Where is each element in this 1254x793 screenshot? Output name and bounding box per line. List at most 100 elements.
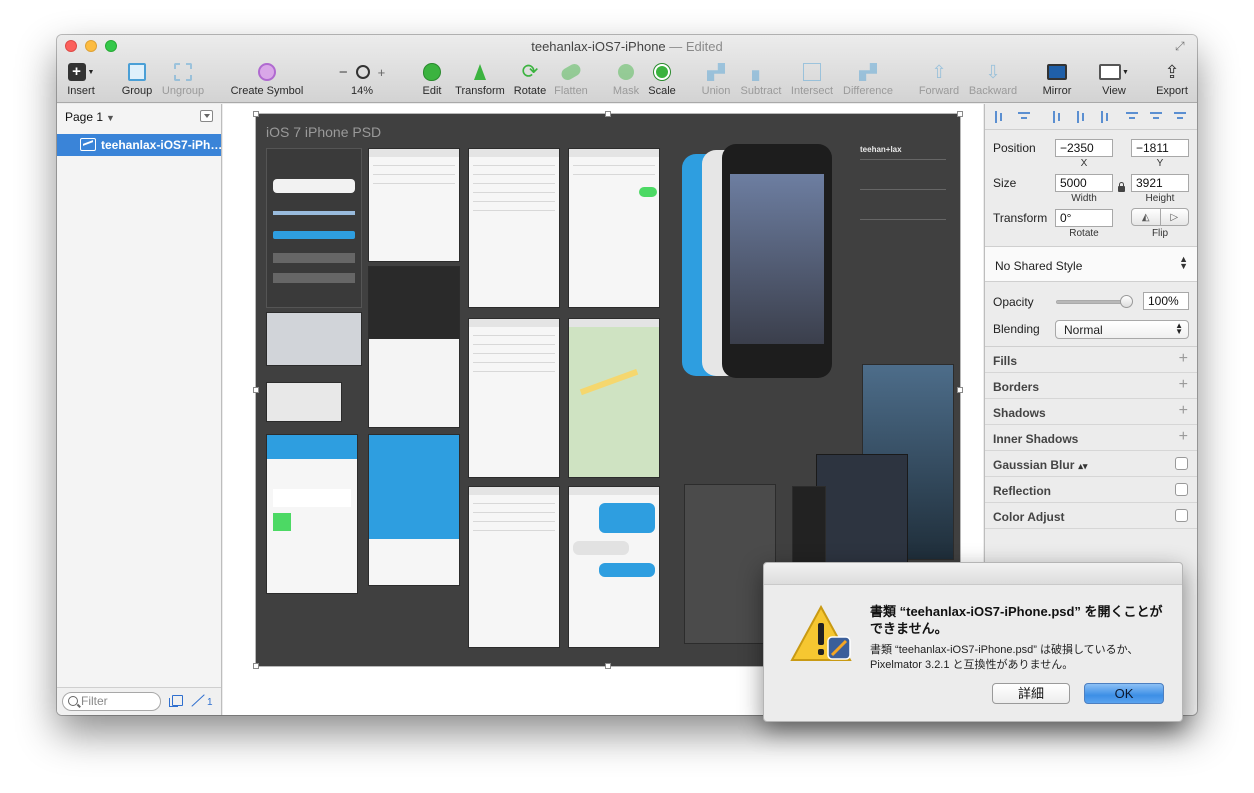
zoom-control[interactable]: − + 14% <box>331 61 393 101</box>
pages-toggle-icon[interactable] <box>200 110 213 122</box>
backward-button[interactable]: ⇩ Backward <box>967 61 1019 101</box>
opacity-slider[interactable] <box>1056 295 1133 308</box>
intersect-button[interactable]: Intersect <box>789 61 835 101</box>
align-bottom-icon[interactable] <box>1173 110 1187 124</box>
borders-section[interactable]: Borders + <box>985 373 1197 399</box>
position-y-field[interactable]: −1811 <box>1131 139 1189 157</box>
screen-messages <box>568 486 660 648</box>
plus-box-icon: + <box>67 63 86 81</box>
create-symbol-button[interactable]: Create Symbol <box>229 61 305 101</box>
fills-label: Fills <box>993 354 1018 368</box>
rotate-button[interactable]: ⟳ Rotate <box>513 61 547 101</box>
reflection-section[interactable]: Reflection <box>985 477 1197 503</box>
align-center-icon[interactable] <box>1075 110 1089 124</box>
window-title: teehanlax-iOS7-iPhone — Edited <box>57 39 1197 54</box>
resize-handle[interactable] <box>957 387 963 393</box>
scale-button[interactable]: Scale <box>645 61 679 101</box>
edited-status: Edited <box>685 39 723 54</box>
zoom-in-button[interactable]: + <box>378 65 386 80</box>
rotate-field[interactable]: 0° <box>1055 209 1113 227</box>
view-button[interactable]: ▼ View <box>1097 61 1131 101</box>
add-inner-shadow-icon[interactable]: + <box>1179 428 1188 446</box>
position-x-field[interactable]: −2350 <box>1055 139 1113 157</box>
group-button[interactable]: Group <box>119 61 155 101</box>
align-middle-icon[interactable] <box>1149 110 1163 124</box>
title-separator: — <box>665 39 686 54</box>
image-layer-icon <box>80 138 96 151</box>
filter-input[interactable]: Filter <box>62 692 161 711</box>
details-button[interactable]: 詳細 <box>992 683 1070 704</box>
screen-wifi <box>568 148 660 308</box>
zoom-out-button[interactable]: − <box>339 64 348 81</box>
distribute-horizontal-icon[interactable] <box>993 110 1007 124</box>
resize-handle[interactable] <box>253 111 259 117</box>
subtract-button[interactable]: Subtract <box>739 61 783 101</box>
ok-button[interactable]: OK <box>1084 683 1164 704</box>
resize-handle[interactable] <box>605 111 611 117</box>
opacity-slider-knob[interactable] <box>1120 295 1133 308</box>
opacity-field[interactable]: 100% <box>1143 292 1189 310</box>
transform-button[interactable]: Transform <box>451 61 509 101</box>
gaussian-blur-checkbox[interactable] <box>1175 457 1188 470</box>
align-left-icon[interactable] <box>1051 110 1065 124</box>
distribute-vertical-icon[interactable] <box>1017 110 1031 124</box>
backward-icon: ⇩ <box>985 61 1001 82</box>
shadows-section[interactable]: Shadows + <box>985 399 1197 425</box>
align-right-icon[interactable] <box>1099 110 1113 124</box>
intersect-label: Intersect <box>790 85 834 97</box>
ungroup-button[interactable]: Ungroup <box>159 61 207 101</box>
gaussian-blur-section[interactable]: Gaussian Blur ▴▾ <box>985 451 1197 477</box>
filter-placeholder: Filter <box>81 694 108 708</box>
screen-website <box>368 434 460 586</box>
resize-handle[interactable] <box>957 111 963 117</box>
group-label: Group <box>121 85 153 97</box>
insert-button[interactable]: + ▼ Insert <box>63 61 99 101</box>
updown-arrows-icon[interactable]: ▴▾ <box>1078 461 1087 471</box>
duplicate-icon[interactable] <box>169 695 183 707</box>
position-label: Position <box>993 141 1036 155</box>
difference-button[interactable]: Difference <box>841 61 895 101</box>
width-field[interactable]: 5000 <box>1055 174 1113 192</box>
intersect-icon <box>803 63 821 81</box>
add-shadow-icon[interactable]: + <box>1179 402 1188 420</box>
reflection-checkbox[interactable] <box>1175 483 1188 496</box>
shadows-label: Shadows <box>993 406 1046 420</box>
lock-icon[interactable] <box>1118 182 1125 192</box>
flatten-button[interactable]: Flatten <box>551 61 591 101</box>
export-button[interactable]: ⇪ Export <box>1153 61 1191 101</box>
fullscreen-icon[interactable]: ⤢ <box>1175 39 1189 53</box>
flip-vertical-icon[interactable]: ▷ <box>1161 209 1189 225</box>
resize-handle[interactable] <box>253 387 259 393</box>
create-symbol-label: Create Symbol <box>230 85 304 97</box>
subtract-label: Subtract <box>740 85 782 97</box>
union-button[interactable]: Union <box>699 61 733 101</box>
color-adjust-section[interactable]: Color Adjust <box>985 503 1197 529</box>
page-selector[interactable]: Page 1 ▼ <box>65 110 115 124</box>
fills-section[interactable]: Fills + <box>985 347 1197 373</box>
zoom-value: 14% <box>350 85 374 97</box>
add-fill-icon[interactable]: + <box>1179 350 1188 368</box>
forward-button[interactable]: ⇧ Forward <box>917 61 961 101</box>
screen-picker <box>368 266 460 428</box>
mask-button[interactable]: Mask <box>611 61 641 101</box>
color-adjust-checkbox[interactable] <box>1175 509 1188 522</box>
rotate-label: Rotate <box>513 85 547 97</box>
resize-handle[interactable] <box>605 663 611 669</box>
layer-row-selected[interactable]: teehanlax-iOS7-iPh… <box>57 134 221 156</box>
inner-shadows-section[interactable]: Inner Shadows + <box>985 425 1197 451</box>
blending-select[interactable]: Normal ▲ ▼ <box>1055 320 1189 339</box>
align-top-icon[interactable] <box>1125 110 1139 124</box>
height-field[interactable]: 3921 <box>1131 174 1189 192</box>
edit-button[interactable]: Edit <box>417 61 447 101</box>
screen-segments <box>368 148 460 262</box>
toolbar: teehanlax-iOS7-iPhone — Edited ⤢ + ▼ Inse… <box>57 35 1197 103</box>
scale-icon <box>654 64 670 80</box>
slice-pencil-icon[interactable]: ╱ <box>191 692 204 710</box>
resize-handle[interactable] <box>253 663 259 669</box>
flip-horizontal-icon[interactable]: ◭ <box>1132 209 1161 225</box>
add-border-icon[interactable]: + <box>1179 376 1188 394</box>
blending-value: Normal <box>1064 323 1103 337</box>
shared-style-select[interactable]: No Shared Style ▲ ▼ <box>985 246 1197 282</box>
mirror-button[interactable]: Mirror <box>1039 61 1075 101</box>
screen-settings <box>468 148 560 308</box>
